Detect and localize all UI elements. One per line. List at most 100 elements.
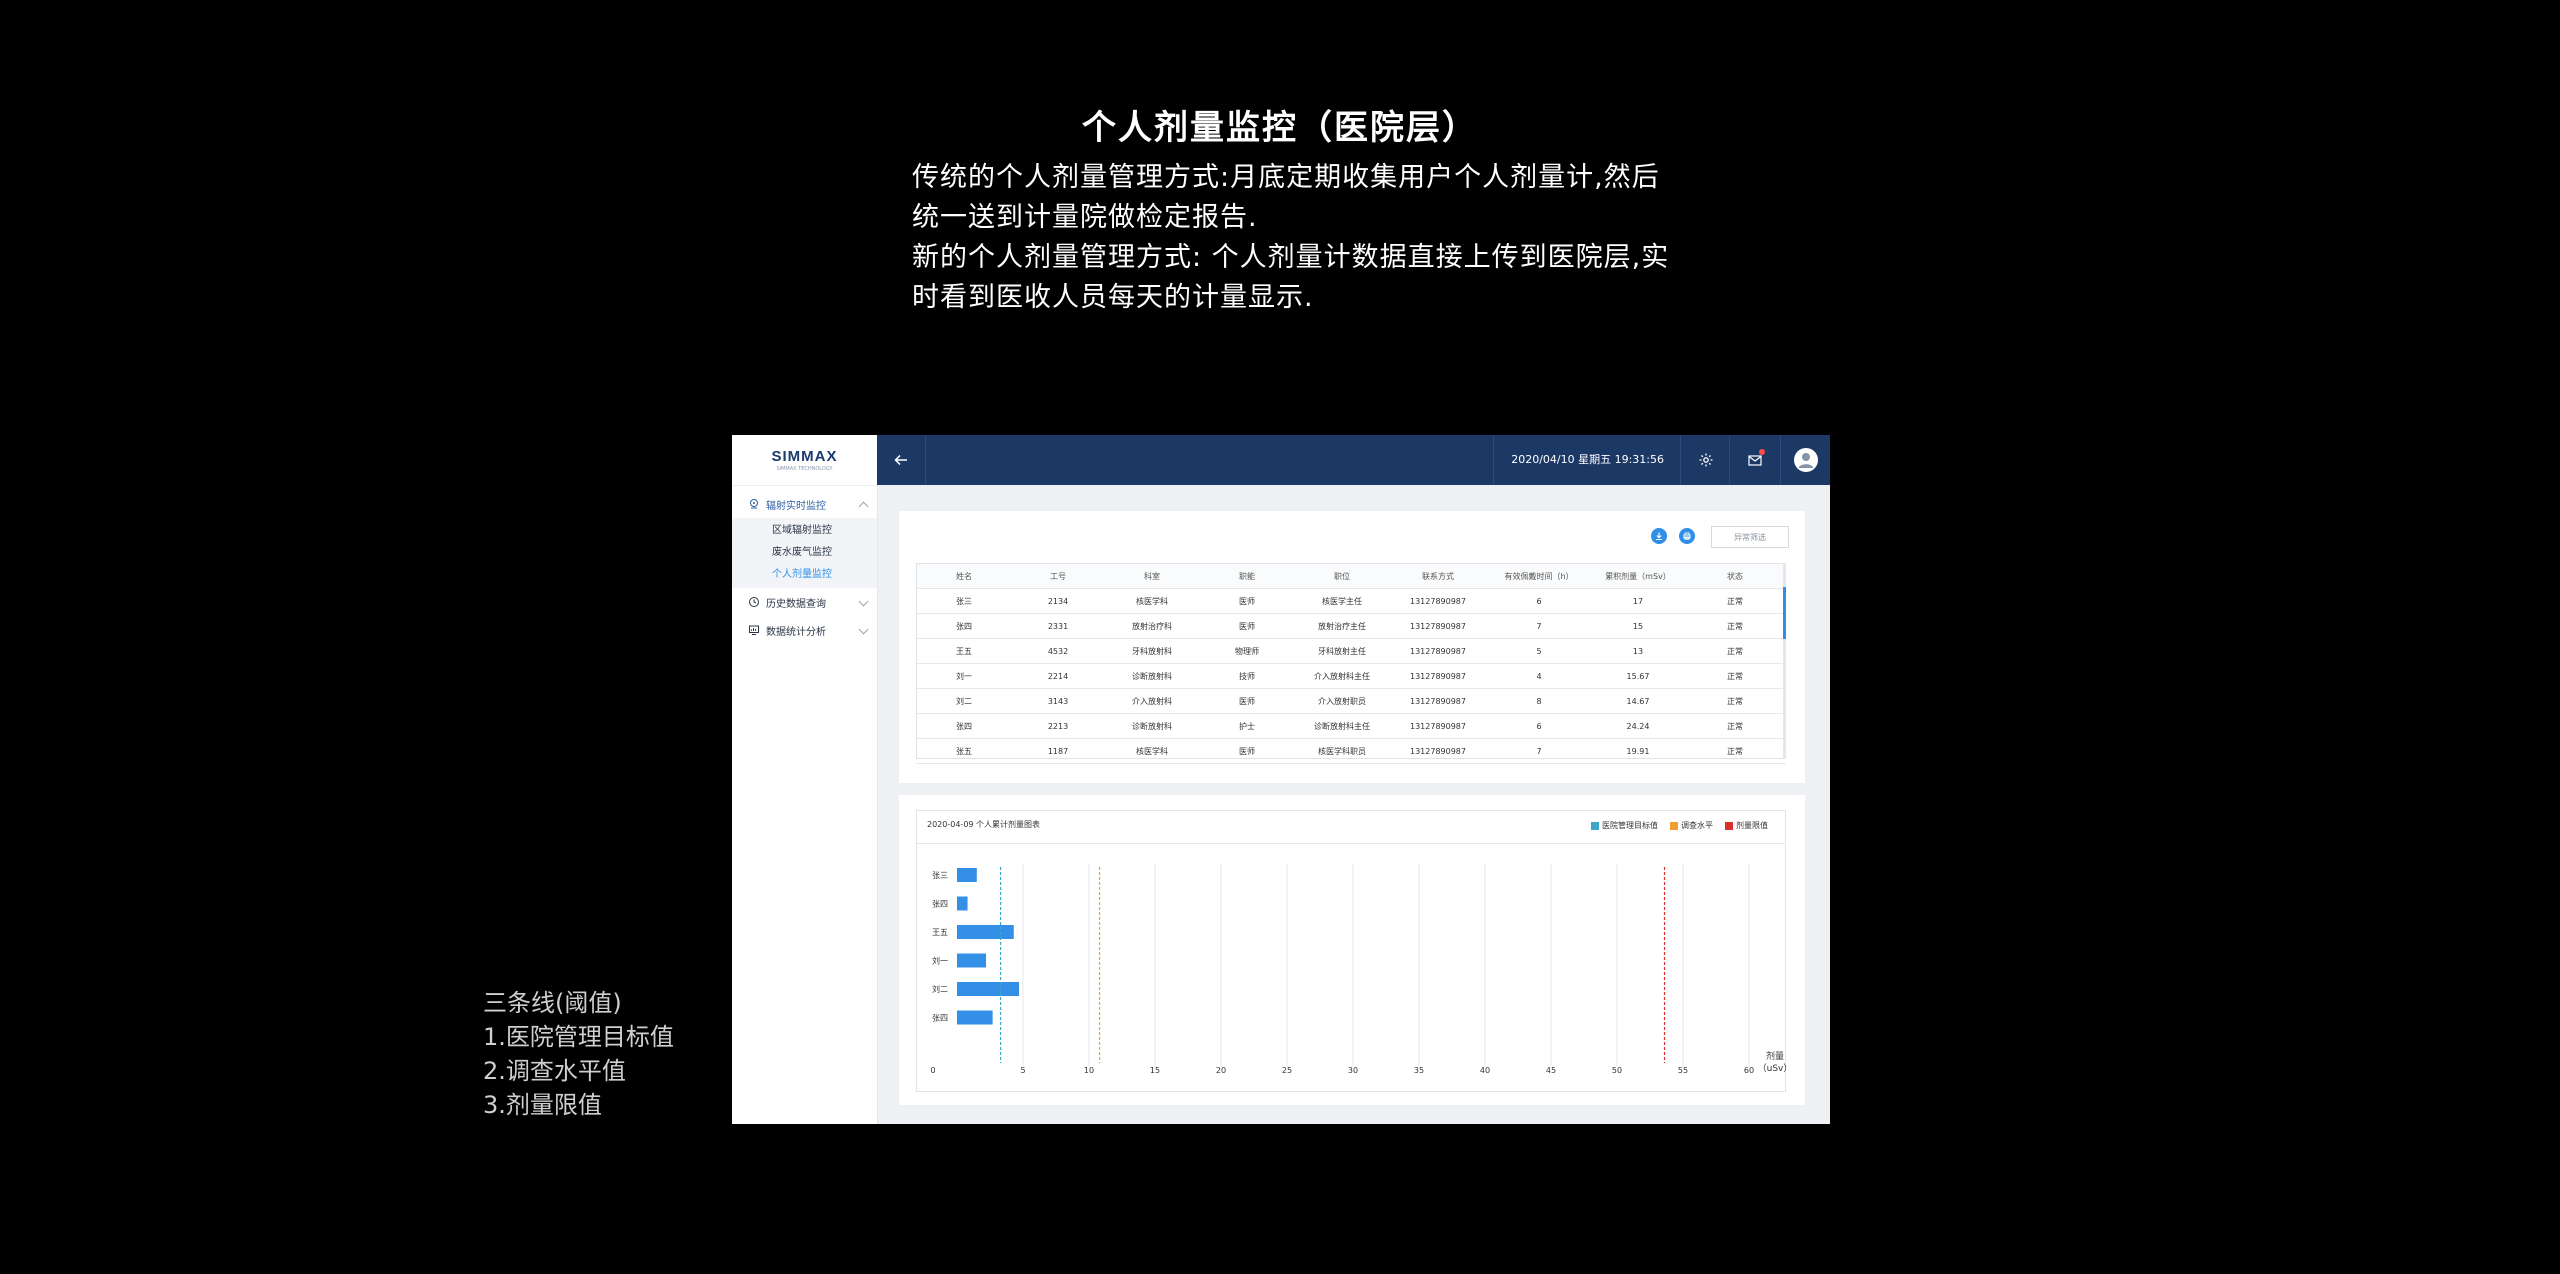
note-line: 三条线(阈值): [483, 989, 622, 1017]
table-scrollbar[interactable]: [1783, 563, 1786, 759]
x-tick-label: 0: [930, 1066, 935, 1075]
x-tick-label: 40: [1480, 1066, 1490, 1075]
sidebar-group-label: 数据统计分析: [766, 626, 826, 638]
table-row[interactable]: 张四 2213 诊断放射科 护士 诊断放射科主任 13127890987 6 2…: [916, 713, 1786, 739]
column-header[interactable]: 姓名: [916, 563, 1012, 589]
sidebar-submenu: 区域辐射监控 废水废气监控 个人剂量监控: [732, 518, 877, 588]
x-tick-label: 10: [1084, 1066, 1094, 1075]
arrow-left-icon: [894, 454, 907, 466]
threshold-note: 三条线(阈值) 1.医院管理目标值 2.调查水平值 3.剂量限值: [483, 986, 674, 1122]
y-category-label: 张三: [932, 871, 948, 880]
cell-phone: 13127890987: [1390, 638, 1486, 664]
table-row[interactable]: 王五 4532 牙科放射科 物理师 牙科放射主任 13127890987 5 1…: [916, 638, 1786, 664]
cell-name: 张三: [916, 588, 1012, 614]
cell-wear-hours: 6: [1486, 713, 1592, 739]
column-header[interactable]: 职能: [1200, 563, 1294, 589]
column-header[interactable]: 工号: [1012, 563, 1104, 589]
sidebar-group-realtime-monitor[interactable]: 辐射实时监控: [732, 490, 877, 518]
dose-bar: [957, 925, 1014, 939]
sidebar-group-label: 辐射实时监控: [766, 500, 826, 512]
cell-name: 张五: [916, 738, 1012, 764]
y-category-label: 张四: [932, 900, 948, 909]
cell-dept: 诊断放射科: [1104, 663, 1200, 689]
table-row[interactable]: 张四 2331 放射治疗科 医师 放射治疗主任 13127890987 7 15…: [916, 613, 1786, 639]
cell-wear-hours: 8: [1486, 688, 1592, 714]
topbar: 2020/04/10 星期五 19:31:56: [877, 435, 1830, 485]
table-header-row: 姓名 工号 科室 职能 职位 联系方式 有效佩戴时间（h） 累积剂量（mSv） …: [916, 563, 1786, 589]
cell-position: 牙科放射主任: [1294, 638, 1390, 664]
cell-function: 医师: [1200, 688, 1294, 714]
cell-phone: 13127890987: [1390, 688, 1486, 714]
sidebar-item-area-radiation[interactable]: 区域辐射监控: [732, 520, 877, 542]
download-icon: [1656, 532, 1662, 541]
cell-status: 正常: [1684, 638, 1786, 664]
column-header[interactable]: 状态: [1684, 563, 1786, 589]
messages-button[interactable]: [1729, 435, 1779, 485]
cell-wear-hours: 4: [1486, 663, 1592, 689]
datetime-display: 2020/04/10 星期五 19:31:56: [1493, 435, 1681, 485]
column-header[interactable]: 职位: [1294, 563, 1390, 589]
sidebar-item-personal-dose[interactable]: 个人剂量监控: [732, 564, 877, 586]
cell-dept: 核医学科: [1104, 588, 1200, 614]
sidebar-item-wastewater-gas[interactable]: 废水废气监控: [732, 542, 877, 564]
sidebar-group-statistics[interactable]: 数据统计分析: [732, 616, 877, 644]
sidebar-group-history[interactable]: 历史数据查询: [732, 588, 877, 616]
logo-subtext: SIMMAX TECHNOLOGY: [776, 466, 833, 472]
dose-table-card: 异常筛选 姓名 工号 科室 职能 职位 联系方式 有效佩戴时间（h） 累积剂量（…: [899, 511, 1805, 783]
back-button[interactable]: [877, 435, 926, 485]
user-avatar-button[interactable]: [1780, 435, 1830, 485]
gear-icon: [1699, 453, 1712, 467]
cell-dept: 放射治疗科: [1104, 613, 1200, 639]
cell-function: 医师: [1200, 738, 1294, 764]
app-window: SIMMAX SIMMAX TECHNOLOGY 辐射实时监控 区域辐射监控 废…: [732, 435, 1830, 1124]
cell-status: 正常: [1684, 688, 1786, 714]
cell-function: 护士: [1200, 713, 1294, 739]
settings-button[interactable]: [1680, 435, 1730, 485]
cell-dose: 13: [1592, 638, 1684, 664]
cell-status: 正常: [1684, 663, 1786, 689]
table-scrollbar-thumb[interactable]: [1783, 587, 1786, 639]
dose-bar: [957, 953, 987, 968]
y-category-label: 张四: [932, 1014, 948, 1023]
cell-function: 物理师: [1200, 638, 1294, 664]
description-line-2: 新的个人剂量管理方式: 个人剂量计数据直接上传到医院层,实时看到医收人员每天的计…: [912, 242, 1670, 313]
anomaly-filter-button[interactable]: 异常筛选: [1711, 526, 1789, 548]
cell-dose: 24.24: [1592, 713, 1684, 739]
column-header[interactable]: 科室: [1104, 563, 1200, 589]
cell-status: 正常: [1684, 713, 1786, 739]
export-button[interactable]: [1651, 528, 1667, 544]
cell-wear-hours: 5: [1486, 638, 1592, 664]
cell-position: 介入放射科主任: [1294, 663, 1390, 689]
table-row[interactable]: 刘二 3143 介入放射科 医师 介入放射职员 13127890987 8 14…: [916, 688, 1786, 714]
dose-bar-chart: 0 5 10 15 20 25 30 35 40 45 50 55 60张三张四王五刘一刘二张四剂量（u…: [930, 863, 1792, 1075]
cell-wear-hours: 7: [1486, 613, 1592, 639]
chevron-up-icon: [858, 501, 869, 512]
history-clock-icon: [748, 596, 760, 608]
x-tick-label: 55: [1678, 1066, 1688, 1075]
slide-description: 传统的个人剂量管理方式:月底定期收集用户个人剂量计,然后统一送到计量院做检定报告…: [912, 158, 1672, 318]
cell-name: 刘二: [916, 688, 1012, 714]
description-line-1: 传统的个人剂量管理方式:月底定期收集用户个人剂量计,然后统一送到计量院做检定报告…: [912, 162, 1660, 233]
cell-dose: 19.91: [1592, 738, 1684, 764]
dose-bar: [957, 868, 977, 882]
cell-status: 正常: [1684, 738, 1786, 764]
table-row[interactable]: 刘一 2214 诊断放射科 技师 介入放射科主任 13127890987 4 1…: [916, 663, 1786, 689]
cell-phone: 13127890987: [1390, 713, 1486, 739]
cell-dose: 14.67: [1592, 688, 1684, 714]
note-line: 3.剂量限值: [483, 1091, 602, 1119]
table-row[interactable]: 张五 1187 核医学科 医师 核医学科职员 13127890987 7 19.…: [916, 738, 1786, 764]
dose-table: 姓名 工号 科室 职能 职位 联系方式 有效佩戴时间（h） 累积剂量（mSv） …: [916, 563, 1786, 764]
y-category-label: 王五: [932, 928, 948, 937]
logo[interactable]: SIMMAX SIMMAX TECHNOLOGY: [732, 435, 877, 486]
cell-phone: 13127890987: [1390, 738, 1486, 764]
cell-name: 张四: [916, 613, 1012, 639]
table-row[interactable]: 张三 2134 核医学科 医师 核医学主任 13127890987 6 17 正…: [916, 588, 1786, 614]
cell-position: 核医学主任: [1294, 588, 1390, 614]
column-header[interactable]: 联系方式: [1390, 563, 1486, 589]
y-category-label: 刘一: [932, 956, 948, 966]
cell-id: 2213: [1012, 713, 1104, 739]
x-tick-label: 50: [1612, 1066, 1622, 1075]
column-header[interactable]: 有效佩戴时间（h）: [1486, 563, 1592, 589]
print-button[interactable]: [1679, 528, 1695, 544]
column-header[interactable]: 累积剂量（mSv）: [1592, 563, 1684, 589]
